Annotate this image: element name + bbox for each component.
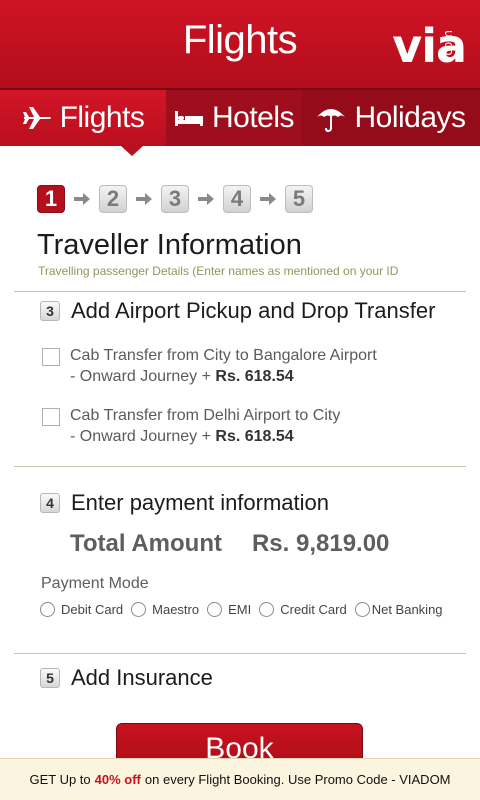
arrow-right-icon [127, 192, 161, 206]
payment-section-heading: 4 Enter payment information [40, 490, 329, 516]
umbrella-icon [317, 109, 346, 133]
page-subtitle: Travelling passenger Details (Enter name… [38, 264, 399, 278]
promo-banner[interactable]: GET Up to 40% off on every Flight Bookin… [0, 758, 480, 800]
tab-holidays[interactable]: Holidays [302, 90, 480, 146]
logo-suffix: .com [441, 30, 455, 60]
total-amount-label: Total Amount [70, 530, 222, 557]
step-5: 5 [285, 185, 313, 213]
radio-button[interactable] [354, 602, 370, 617]
cab-delhi-checkbox[interactable] [42, 408, 60, 426]
section-number: 5 [40, 668, 60, 688]
payment-mode-options: Debit Card Maestro EMI Credit Card Net B… [40, 602, 443, 617]
bed-icon [174, 111, 203, 126]
cab-bangalore-price: Rs. 618.54 [215, 368, 294, 385]
step-1: 1 [37, 185, 65, 213]
payment-option-emi[interactable]: EMI [207, 602, 251, 617]
arrow-right-icon [251, 192, 285, 206]
cab-delhi-price: Rs. 618.54 [215, 428, 294, 445]
category-tabs: Flights Hotels Holidays [0, 88, 480, 156]
divider [14, 291, 466, 292]
divider [14, 466, 466, 467]
payment-option-maestro[interactable]: Maestro [131, 602, 199, 617]
cab-option-bangalore: Cab Transfer from City to Bangalore Airp… [42, 345, 377, 387]
active-tab-pointer [121, 146, 143, 156]
payment-option-net-banking[interactable]: Net Banking [354, 602, 443, 617]
tab-flights-label: Flights [59, 101, 145, 134]
payment-section-title: Enter payment information [71, 490, 330, 515]
promo-prefix: GET Up to [29, 772, 91, 787]
transfer-section-title: Add Airport Pickup and Drop Transfer [71, 298, 436, 323]
promo-suffix: on every Flight Booking. Use Promo Code … [144, 772, 451, 787]
step-3: 3 [161, 185, 189, 213]
cab-bangalore-line2: - Onward Journey + [70, 368, 211, 385]
cab-delhi-line2: - Onward Journey + [70, 428, 211, 445]
divider [14, 653, 466, 654]
radio-button[interactable] [131, 602, 147, 617]
insurance-section-title: Add Insurance [71, 665, 213, 690]
cab-option-delhi: Cab Transfer from Delhi Airport to City … [42, 405, 340, 447]
tab-hotels[interactable]: Hotels [166, 90, 302, 146]
booking-steps: 1 2 3 4 5 [37, 185, 313, 213]
payment-option-credit-card[interactable]: Credit Card [259, 602, 347, 617]
section-number: 4 [40, 493, 60, 513]
page-title: Traveller Information [37, 229, 302, 261]
tab-holidays-label: Holidays [354, 101, 466, 134]
arrow-right-icon [65, 192, 99, 206]
promo-highlight: 40% off [94, 772, 141, 787]
via-logo[interactable]: via .com [392, 23, 467, 69]
insurance-section-heading[interactable]: 5 Add Insurance [40, 665, 213, 691]
arrow-right-icon [189, 192, 223, 206]
tab-hotels-label: Hotels [211, 101, 295, 134]
total-amount-row: Total Amount Rs. 9,819.00 [70, 530, 389, 558]
cab-bangalore-checkbox[interactable] [42, 348, 60, 366]
radio-button[interactable] [40, 602, 55, 617]
payment-option-debit-card[interactable]: Debit Card [40, 602, 123, 617]
cab-bangalore-line1: Cab Transfer from City to Bangalore Airp… [70, 347, 377, 364]
tab-flights[interactable]: Flights [0, 90, 166, 146]
payment-mode-label: Payment Mode [41, 575, 149, 592]
total-amount-value: Rs. 9,819.00 [251, 530, 390, 557]
app-header: Flights via .com [0, 0, 480, 88]
radio-button[interactable] [207, 602, 223, 617]
step-2: 2 [99, 185, 127, 213]
cab-delhi-line1: Cab Transfer from Delhi Airport to City [70, 407, 341, 424]
transfer-section-heading: 3 Add Airport Pickup and Drop Transfer [40, 298, 435, 324]
step-4: 4 [223, 185, 251, 213]
airplane-icon [22, 107, 51, 129]
radio-button[interactable] [259, 602, 275, 617]
section-number: 3 [40, 301, 60, 321]
